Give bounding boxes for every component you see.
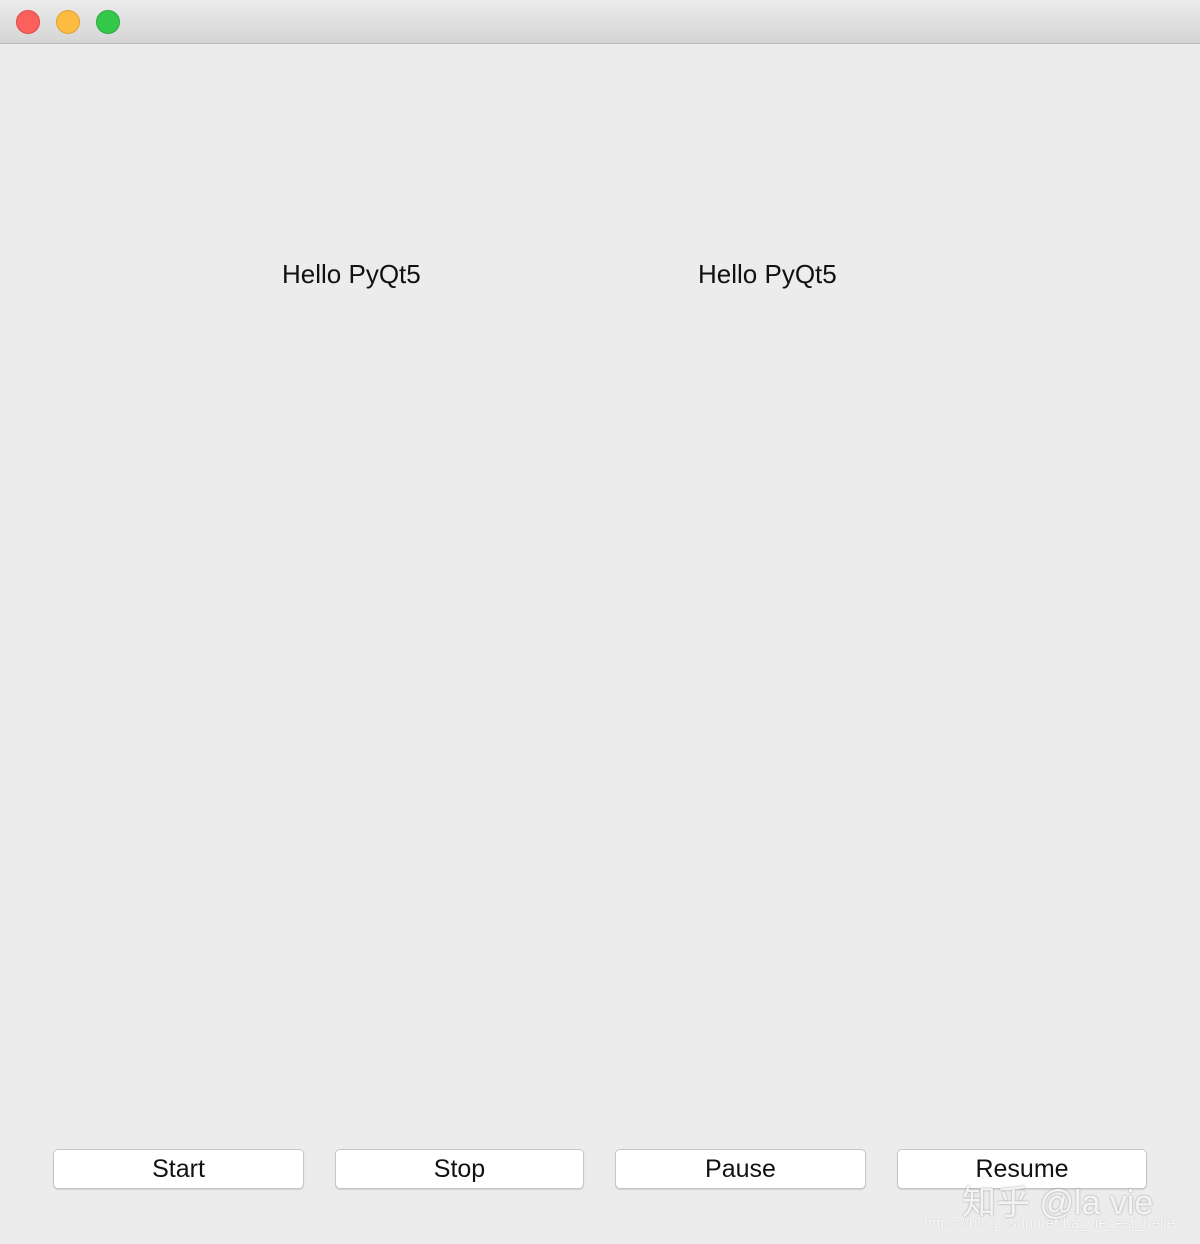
app-window: Hello PyQt5 Hello PyQt5 Start Stop Pause… (0, 0, 1200, 1244)
minimize-window-button[interactable] (56, 10, 80, 34)
hello-label-right: Hello PyQt5 (698, 259, 837, 289)
hello-label-left: Hello PyQt5 (282, 259, 421, 289)
main-content: Hello PyQt5 Hello PyQt5 Start Stop Pause… (0, 45, 1200, 1244)
close-window-button[interactable] (16, 10, 40, 34)
pause-button[interactable]: Pause (615, 1149, 866, 1189)
stop-button[interactable]: Stop (335, 1149, 584, 1189)
maximize-window-button[interactable] (96, 10, 120, 34)
start-button[interactable]: Start (53, 1149, 304, 1189)
csdn-watermark-url: https://blog.csdn.net/La_vie_est_belle (924, 1215, 1176, 1232)
title-bar (0, 0, 1200, 44)
